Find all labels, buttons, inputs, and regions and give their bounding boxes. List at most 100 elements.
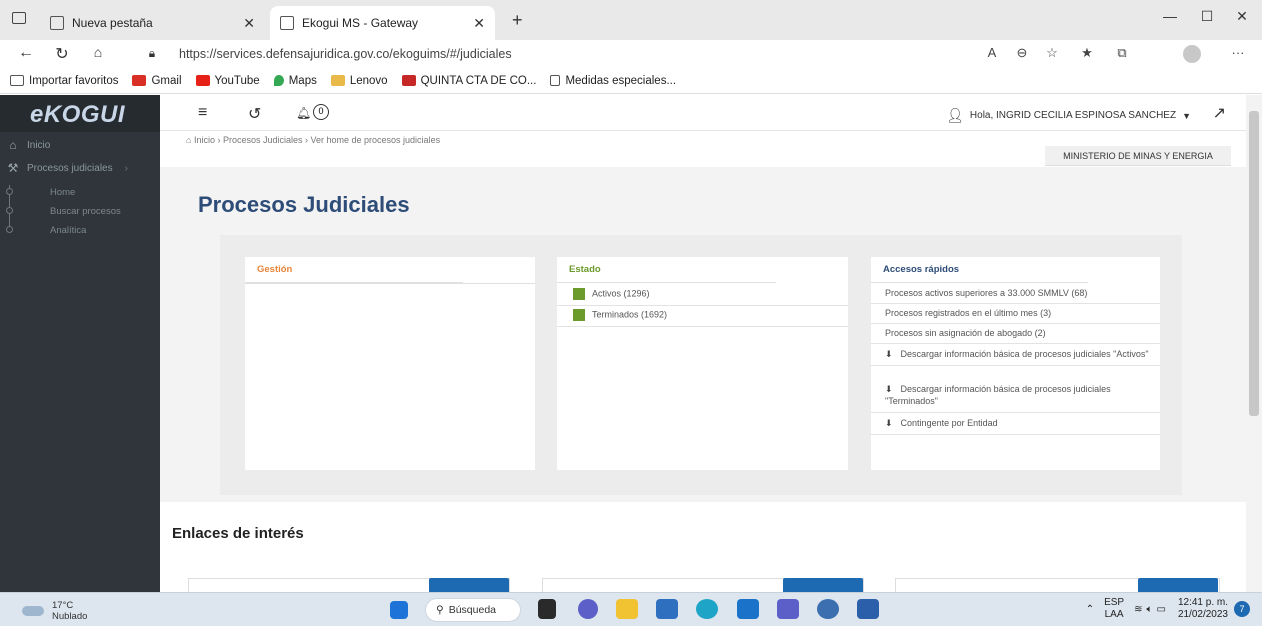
user-menu[interactable]: 👤︎ Hola, INGRID CECILIA ESPINOSA SANCHEZ… [946, 107, 1191, 124]
sidebar-subitem-home[interactable]: Home [50, 187, 75, 198]
close-icon[interactable]: ✕ [243, 15, 255, 32]
profile-avatar[interactable] [1183, 45, 1201, 63]
download-row[interactable]: ⬇ Descargar información básica de proceso… [871, 343, 1160, 366]
home-icon[interactable]: ⌂ [186, 135, 191, 145]
notification-badge[interactable]: 7 [1234, 601, 1250, 617]
download-row[interactable]: ⬇ Descargar información básica de proceso… [871, 378, 1160, 413]
search-icon: ⚲ [436, 604, 444, 616]
fav-lenovo[interactable]: Lenovo [330, 75, 388, 87]
sub-dot [6, 226, 13, 233]
windows-taskbar: 17°C Nublado ⚲ Búsqueda ⌃ ESP LAA ≋ 🔈︎ ▭… [0, 592, 1262, 626]
language-indicator[interactable]: ESP LAA [1104, 597, 1124, 621]
sidebar: eKOGUI ⌂ Inicio ⚒ Procesos judiciales › … [0, 95, 160, 592]
weather-desc: Nublado [52, 611, 88, 622]
minimize-button[interactable]: — [1155, 8, 1185, 24]
battery-icon[interactable]: ▭ [1156, 604, 1165, 615]
panel-title-estado: Estado [557, 257, 776, 283]
close-icon[interactable]: ✕ [473, 15, 485, 32]
close-window-button[interactable]: ✕ [1227, 8, 1257, 25]
tab-actions-icon[interactable] [12, 12, 26, 24]
gavel-icon: ⚒ [7, 161, 19, 175]
weather-widget[interactable]: 17°C Nublado [22, 600, 87, 622]
acceso-row[interactable]: Procesos sin asignación de abogado (2) [871, 323, 1160, 344]
link-emblem [783, 578, 863, 592]
fav-importar[interactable]: Importar favoritos [10, 75, 118, 87]
chevron-up-icon[interactable]: ⌃ [1086, 604, 1094, 615]
download-row[interactable]: ⬇ Contingente por Entidad [871, 413, 1160, 435]
tab-nueva-pestana[interactable]: Nueva pestaña ✕ [40, 6, 265, 40]
tab-ekogui[interactable]: Ekogui MS - Gateway ✕ [270, 6, 495, 40]
chevron-right-icon: › [124, 162, 128, 174]
read-aloud-icon[interactable]: A [980, 45, 1004, 60]
panel-estado: Estado Activos (1296) Terminados (1692) [557, 257, 848, 470]
sidebar-subitem-analitica[interactable]: Analítica [50, 225, 86, 236]
page-icon [280, 16, 294, 30]
add-favorite-icon[interactable]: ☆ [1040, 45, 1064, 61]
home-icon: ⌂ [9, 138, 17, 152]
maps-icon [273, 75, 284, 86]
meet-icon[interactable] [578, 599, 598, 619]
fav-gmail[interactable]: Gmail [132, 75, 182, 87]
store-icon[interactable] [656, 599, 678, 619]
acceso-row[interactable]: Procesos activos superiores a 33.000 SMM… [871, 283, 1160, 304]
new-tab-button[interactable]: + [512, 10, 523, 31]
bell-icon[interactable]: 🔔︎ [296, 106, 311, 120]
word-icon[interactable] [857, 599, 879, 619]
back-button[interactable]: ← [14, 44, 38, 62]
collections-icon[interactable]: ⧉ [1110, 45, 1134, 61]
scrollbar-thumb[interactable] [1249, 111, 1259, 416]
lock-icon: 🔒︎ [148, 46, 156, 60]
links-section-title: Enlaces de interés [172, 525, 304, 542]
task-view-icon[interactable] [538, 599, 556, 619]
user-icon: 👤︎ [946, 107, 964, 123]
entity-badge: MINISTERIO DE MINAS Y ENERGIA [1045, 146, 1231, 166]
sidebar-item-procesos[interactable]: ⚒ Procesos judiciales › [0, 161, 160, 175]
windows-start-icon[interactable] [390, 601, 408, 619]
address-bar: ← ↻ ⌂ 🔒︎ https://services.defensajuridic… [0, 40, 1262, 68]
refresh-button[interactable]: ↻ [50, 44, 74, 64]
more-icon[interactable]: ··· [1226, 45, 1250, 60]
breadcrumb: ⌂ Inicio › Procesos Judiciales › Ver hom… [186, 135, 441, 145]
ekogui-logo: eKOGUI [0, 95, 160, 132]
fav-quinta[interactable]: QUINTA CTA DE CO... [401, 75, 536, 87]
panel-divider [245, 283, 535, 284]
notification-count[interactable]: 0 [313, 104, 329, 120]
menu-icon[interactable]: ≡ [198, 104, 207, 122]
tab-label: Nueva pestaña [72, 16, 153, 30]
panel-gestion: Gestión [245, 257, 535, 470]
zoom-icon[interactable]: ⊖ [1010, 45, 1034, 61]
url-field[interactable]: https://services.defensajuridica.gov.co/… [179, 47, 512, 61]
fav-youtube[interactable]: YouTube [195, 75, 260, 87]
volume-icon[interactable]: 🔈︎ [1146, 604, 1152, 615]
sidebar-subitem-buscar[interactable]: Buscar procesos [50, 206, 121, 217]
wifi-icon[interactable]: ≋ [1134, 604, 1142, 615]
acceso-row[interactable]: Procesos registrados en el último mes (3… [871, 303, 1160, 324]
sidebar-item-inicio[interactable]: ⌂ Inicio [0, 138, 160, 152]
link-emblem [1138, 578, 1218, 592]
page-icon [50, 16, 64, 30]
external-link-icon[interactable]: ↗ [1213, 103, 1226, 123]
edge-icon[interactable] [696, 599, 718, 619]
panel-title-accesos: Accesos rápidos [871, 257, 1088, 283]
browser-tab-bar: Nueva pestaña ✕ Ekogui MS - Gateway ✕ + … [0, 0, 1262, 40]
estado-row-activos[interactable]: Activos (1296) [557, 283, 848, 306]
sub-dot [6, 207, 13, 214]
maximize-button[interactable]: ☐ [1192, 8, 1222, 25]
sub-dot [6, 188, 13, 195]
home-button[interactable]: ⌂ [86, 44, 110, 60]
taskbar-search[interactable]: ⚲ Búsqueda [425, 598, 521, 622]
teams-icon[interactable] [777, 599, 799, 619]
clock[interactable]: 12:41 p. m. 21/02/2023 [1178, 597, 1228, 621]
mail-icon[interactable] [737, 599, 759, 619]
page-icon [550, 75, 561, 86]
status-swatch [573, 309, 585, 321]
history-icon[interactable]: ↺ [248, 104, 261, 124]
cloud-icon [22, 606, 44, 616]
page-scrollbar[interactable] [1246, 95, 1262, 592]
security-icon[interactable] [817, 599, 839, 619]
file-explorer-icon[interactable] [616, 599, 638, 619]
fav-medidas[interactable]: Medidas especiales... [550, 75, 676, 87]
estado-row-terminados[interactable]: Terminados (1692) [557, 304, 848, 327]
fav-maps[interactable]: Maps [273, 75, 317, 87]
favorites-icon[interactable]: ★ [1075, 45, 1099, 61]
